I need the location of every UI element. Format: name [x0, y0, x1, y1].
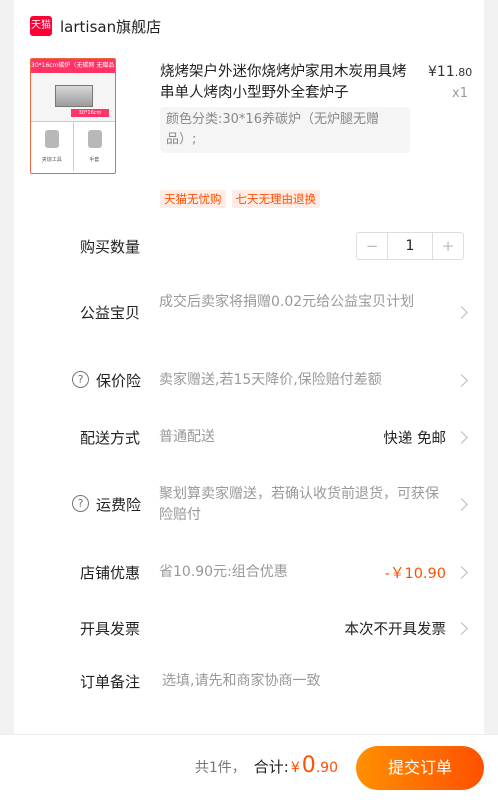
total-label: 合计:: [253, 758, 289, 776]
charity-desc: 成交后卖家将捐赠0.02元给公益宝贝计划: [159, 294, 415, 310]
chevron-right-icon: [455, 431, 468, 444]
store-discount-label: 店铺优惠: [80, 564, 141, 582]
shipping-label: 配送方式: [80, 429, 141, 447]
shipping-value: 快递 免邮: [383, 431, 446, 447]
thumb-dimension-label: 30*16cm: [71, 109, 109, 117]
thumb-caption: 夹烧工具: [41, 157, 62, 163]
tag-worry-free: 天猫无忧购: [160, 190, 226, 208]
thumb-caption: 手套: [89, 157, 100, 163]
total-amount-int: 0: [301, 753, 316, 778]
tag-seven-day-return: 七天无理由退换: [231, 190, 320, 208]
item-count: 共1件，: [194, 760, 246, 776]
tongs-picture: [45, 130, 59, 148]
chevron-right-icon: [455, 566, 468, 579]
chevron-right-icon: [455, 498, 468, 511]
tmall-logo-icon: 天猫: [30, 16, 52, 36]
shipping-desc: 普通配送: [159, 429, 215, 445]
product-price: ¥11.80: [428, 64, 473, 80]
freight-insurance-desc: 聚划算卖家赠送，若确认收货前退货，可获保险赔付: [159, 486, 439, 523]
chevron-right-icon: [455, 374, 468, 387]
question-circle-icon[interactable]: ?: [72, 495, 89, 512]
purchase-quantity-label: 购买数量: [80, 238, 141, 256]
order-note-row: 订单备注 选填,请先和商家协商一致: [14, 671, 484, 695]
order-note-input[interactable]: 选填,请先和商家协商一致: [162, 671, 320, 692]
product-spec[interactable]: 颜色分类:30*16养碳炉（无炉腿无赠品）;: [160, 107, 410, 153]
order-summary: 共1件， 合计: ¥ 0 .90: [195, 753, 338, 778]
shipping-row[interactable]: 配送方式 普通配送 快递 免邮: [14, 427, 484, 451]
freight-insurance-label: 运费险: [96, 496, 142, 514]
price-protection-label: 保价险: [96, 372, 142, 390]
price-protection-desc: 卖家赠送,若15天降价,保险赔付差额: [159, 372, 382, 388]
invoice-row[interactable]: 开具发票 本次不开具发票: [14, 618, 484, 642]
order-card: 天猫 lartisan旗舰店 30*16cm碳炉（无碳网 无赠品） 30*16c…: [14, 0, 484, 745]
product-title[interactable]: 烧烤架户外迷你烧烤炉家用木炭用具烤串单人烤肉小型野外全套炉子: [160, 62, 410, 104]
store-discount-desc: 省10.90元:组合优惠: [159, 564, 288, 580]
store-discount-value: -￥10.90: [384, 566, 446, 582]
thumb-banner-text: 30*16cm碳炉（无碳网 无赠品）: [31, 59, 115, 73]
question-circle-icon[interactable]: ?: [72, 371, 89, 388]
order-note-label: 订单备注: [80, 673, 141, 691]
store-name[interactable]: lartisan旗舰店: [60, 16, 161, 37]
checkout-bar: 共1件， 合计: ¥ 0 .90 提交订单: [0, 734, 498, 800]
freight-insurance-row[interactable]: ? 运费险 聚划算卖家赠送，若确认收货前退货，可获保险赔付: [14, 484, 484, 528]
chevron-right-icon: [455, 306, 468, 319]
quantity-input[interactable]: 1: [387, 233, 433, 259]
invoice-value: 本次不开具发票: [344, 622, 447, 638]
total-currency: ¥: [290, 760, 300, 776]
increase-button[interactable]: +: [433, 233, 463, 259]
quantity-stepper[interactable]: − 1 +: [356, 232, 464, 260]
charity-row[interactable]: 公益宝贝 成交后卖家将捐赠0.02元给公益宝贝计划: [14, 292, 484, 336]
decrease-button[interactable]: −: [357, 233, 387, 259]
submit-order-button[interactable]: 提交订单: [356, 746, 484, 790]
product-image[interactable]: 30*16cm碳炉（无碳网 无赠品） 30*16cm 夹烧工具 手套: [30, 58, 116, 174]
store-discount-row[interactable]: 店铺优惠 省10.90元:组合优惠 -￥10.90: [14, 562, 484, 586]
invoice-label: 开具发票: [80, 620, 141, 638]
product-quantity: x1: [452, 86, 468, 101]
charity-label: 公益宝贝: [80, 304, 141, 322]
glove-picture: [87, 130, 102, 148]
stove-picture: [55, 85, 93, 107]
price-protection-row[interactable]: ? 保价险 卖家赠送,若15天降价,保险赔付差额: [14, 370, 484, 394]
store-header[interactable]: 天猫 lartisan旗舰店: [30, 14, 161, 38]
total-amount-dec: .90: [315, 760, 338, 776]
chevron-right-icon: [455, 622, 468, 635]
service-tags: 天猫无忧购 七天无理由退换: [160, 190, 320, 208]
